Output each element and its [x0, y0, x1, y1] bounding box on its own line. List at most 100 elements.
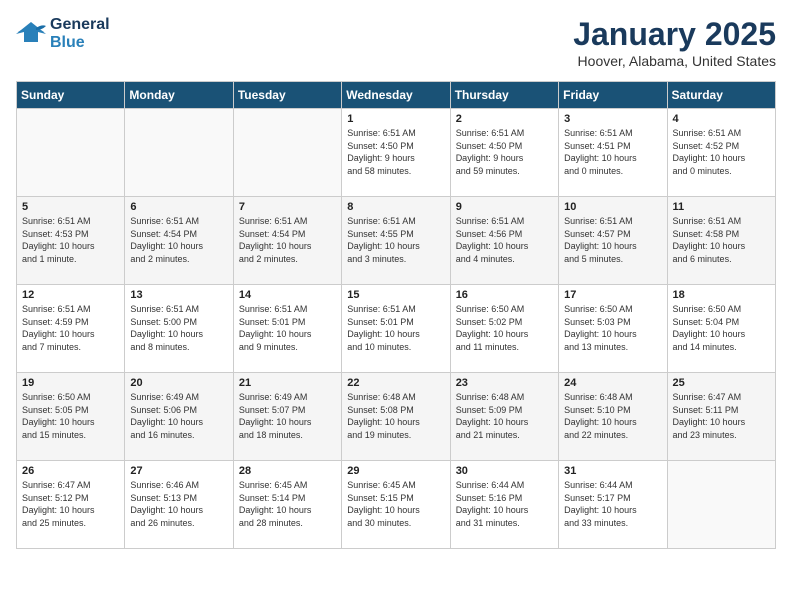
- calendar-cell: 19 Sunrise: 6:50 AM Sunset: 5:05 PM Dayli…: [17, 373, 125, 461]
- logo: General Blue: [16, 16, 110, 51]
- day-number: 15: [347, 289, 444, 301]
- logo-bird-icon: [16, 22, 46, 46]
- weekday-header-friday: Friday: [559, 82, 667, 109]
- day-number: 1: [347, 113, 444, 125]
- calendar-cell: 15Sunrise: 6:51 AM Sunset: 5:01 PM Dayli…: [342, 285, 450, 373]
- calendar-cell: 1Sunrise: 6:51 AM Sunset: 4:50 PM Daylig…: [342, 109, 450, 197]
- week-row-1: 1 Sunrise: 6:51 AM Sunset: 4:50 PM Daylig…: [17, 109, 776, 197]
- page-header: General Blue January 2025 Hoover, Alabam…: [16, 16, 776, 69]
- calendar-cell: 4Sunrise: 6:51 AM Sunset: 4:52 PM Daylig…: [667, 109, 775, 197]
- day-number: 23: [456, 377, 553, 389]
- day-detail: Sunrise: 6:51 AM Sunset: 4:50 PM Dayligh…: [456, 127, 553, 177]
- day-number: 25: [673, 377, 770, 389]
- calendar-cell: 20 Sunrise: 6:49 AM Sunset: 5:06 PM Dayli…: [125, 373, 233, 461]
- calendar-cell: 10 Sunrise: 6:51 AM Sunset: 4:57 PM Dayli…: [559, 197, 667, 285]
- day-number: 19: [22, 377, 119, 389]
- week-row-3: 12 Sunrise: 6:51 AM Sunset: 4:59 PM Dayli…: [17, 285, 776, 373]
- day-detail: Sunrise: 6:47 AM Sunset: 5:11 PM Dayligh…: [673, 391, 770, 441]
- calendar-cell: 13Sunrise: 6:51 AM Sunset: 5:00 PM Dayli…: [125, 285, 233, 373]
- calendar-header: SundayMondayTuesdayWednesdayThursdayFrid…: [17, 82, 776, 109]
- calendar-cell: 30Sunrise: 6:44 AM Sunset: 5:16 PM Dayli…: [450, 461, 558, 549]
- calendar-cell: 25 Sunrise: 6:47 AM Sunset: 5:11 PM Dayli…: [667, 373, 775, 461]
- calendar-cell: 29 Sunrise: 6:45 AM Sunset: 5:15 PM Dayli…: [342, 461, 450, 549]
- day-number: 22: [347, 377, 444, 389]
- calendar-cell: 26 Sunrise: 6:47 AM Sunset: 5:12 PM Dayli…: [17, 461, 125, 549]
- weekday-header-thursday: Thursday: [450, 82, 558, 109]
- calendar-cell: 23 Sunrise: 6:48 AM Sunset: 5:09 PM Dayli…: [450, 373, 558, 461]
- day-number: 16: [456, 289, 553, 301]
- day-number: 10: [564, 201, 661, 213]
- day-detail: Sunrise: 6:51 AM Sunset: 4:58 PM Dayligh…: [673, 215, 770, 265]
- weekday-header-saturday: Saturday: [667, 82, 775, 109]
- calendar-cell: [233, 109, 341, 197]
- day-detail: Sunrise: 6:48 AM Sunset: 5:08 PM Dayligh…: [347, 391, 444, 441]
- day-number: 27: [130, 465, 227, 477]
- calendar-cell: 28Sunrise: 6:45 AM Sunset: 5:14 PM Dayli…: [233, 461, 341, 549]
- weekday-header-wednesday: Wednesday: [342, 82, 450, 109]
- calendar-body: 1 Sunrise: 6:51 AM Sunset: 4:50 PM Daylig…: [17, 109, 776, 549]
- calendar-cell: 9Sunrise: 6:51 AM Sunset: 4:56 PM Daylig…: [450, 197, 558, 285]
- day-detail: Sunrise: 6:51 AM Sunset: 4:51 PM Dayligh…: [564, 127, 661, 177]
- day-detail: Sunrise: 6:45 AM Sunset: 5:14 PM Dayligh…: [239, 479, 336, 529]
- day-number: 26: [22, 465, 119, 477]
- calendar-cell: 7Sunrise: 6:51 AM Sunset: 4:54 PM Daylig…: [233, 197, 341, 285]
- day-detail: Sunrise: 6:49 AM Sunset: 5:07 PM Dayligh…: [239, 391, 336, 441]
- day-number: 14: [239, 289, 336, 301]
- calendar-cell: 14 Sunrise: 6:51 AM Sunset: 5:01 PM Dayli…: [233, 285, 341, 373]
- day-number: 21: [239, 377, 336, 389]
- day-number: 31: [564, 465, 661, 477]
- day-detail: Sunrise: 6:50 AM Sunset: 5:03 PM Dayligh…: [564, 303, 661, 353]
- logo-text: General Blue: [50, 16, 110, 51]
- calendar-cell: 3 Sunrise: 6:51 AM Sunset: 4:51 PM Daylig…: [559, 109, 667, 197]
- day-number: 29: [347, 465, 444, 477]
- week-row-2: 5Sunrise: 6:51 AM Sunset: 4:53 PM Daylig…: [17, 197, 776, 285]
- calendar-title-block: January 2025 Hoover, Alabama, United Sta…: [573, 16, 776, 69]
- calendar-cell: 16 Sunrise: 6:50 AM Sunset: 5:02 PM Dayli…: [450, 285, 558, 373]
- calendar-cell: 24 Sunrise: 6:48 AM Sunset: 5:10 PM Dayli…: [559, 373, 667, 461]
- calendar-cell: 8Sunrise: 6:51 AM Sunset: 4:55 PM Daylig…: [342, 197, 450, 285]
- day-detail: Sunrise: 6:51 AM Sunset: 5:00 PM Dayligh…: [130, 303, 227, 353]
- day-detail: Sunrise: 6:51 AM Sunset: 4:52 PM Dayligh…: [673, 127, 770, 177]
- calendar-cell: 11Sunrise: 6:51 AM Sunset: 4:58 PM Dayli…: [667, 197, 775, 285]
- calendar-cell: [667, 461, 775, 549]
- day-number: 20: [130, 377, 227, 389]
- calendar-cell: 27 Sunrise: 6:46 AM Sunset: 5:13 PM Dayli…: [125, 461, 233, 549]
- day-detail: Sunrise: 6:47 AM Sunset: 5:12 PM Dayligh…: [22, 479, 119, 529]
- day-detail: Sunrise: 6:45 AM Sunset: 5:15 PM Dayligh…: [347, 479, 444, 529]
- calendar-cell: 12 Sunrise: 6:51 AM Sunset: 4:59 PM Dayli…: [17, 285, 125, 373]
- calendar-cell: 6Sunrise: 6:51 AM Sunset: 4:54 PM Daylig…: [125, 197, 233, 285]
- day-number: 24: [564, 377, 661, 389]
- day-detail: Sunrise: 6:48 AM Sunset: 5:10 PM Dayligh…: [564, 391, 661, 441]
- calendar-cell: 18Sunrise: 6:50 AM Sunset: 5:04 PM Dayli…: [667, 285, 775, 373]
- day-number: 17: [564, 289, 661, 301]
- day-number: 12: [22, 289, 119, 301]
- day-number: 30: [456, 465, 553, 477]
- day-detail: Sunrise: 6:51 AM Sunset: 4:57 PM Dayligh…: [564, 215, 661, 265]
- calendar-cell: 17 Sunrise: 6:50 AM Sunset: 5:03 PM Dayli…: [559, 285, 667, 373]
- day-detail: Sunrise: 6:51 AM Sunset: 4:55 PM Dayligh…: [347, 215, 444, 265]
- calendar-table: SundayMondayTuesdayWednesdayThursdayFrid…: [16, 81, 776, 549]
- day-detail: Sunrise: 6:48 AM Sunset: 5:09 PM Dayligh…: [456, 391, 553, 441]
- day-detail: Sunrise: 6:51 AM Sunset: 4:54 PM Dayligh…: [239, 215, 336, 265]
- day-detail: Sunrise: 6:51 AM Sunset: 5:01 PM Dayligh…: [239, 303, 336, 353]
- calendar-cell: [125, 109, 233, 197]
- calendar-cell: 22 Sunrise: 6:48 AM Sunset: 5:08 PM Dayli…: [342, 373, 450, 461]
- calendar-cell: [17, 109, 125, 197]
- day-number: 5: [22, 201, 119, 213]
- day-detail: Sunrise: 6:50 AM Sunset: 5:02 PM Dayligh…: [456, 303, 553, 353]
- day-detail: Sunrise: 6:51 AM Sunset: 4:59 PM Dayligh…: [22, 303, 119, 353]
- calendar-title: January 2025: [573, 16, 776, 53]
- day-number: 2: [456, 113, 553, 125]
- weekday-header-sunday: Sunday: [17, 82, 125, 109]
- day-detail: Sunrise: 6:51 AM Sunset: 4:54 PM Dayligh…: [130, 215, 227, 265]
- weekday-header-tuesday: Tuesday: [233, 82, 341, 109]
- calendar-cell: 5Sunrise: 6:51 AM Sunset: 4:53 PM Daylig…: [17, 197, 125, 285]
- weekday-header-row: SundayMondayTuesdayWednesdayThursdayFrid…: [17, 82, 776, 109]
- week-row-5: 26 Sunrise: 6:47 AM Sunset: 5:12 PM Dayli…: [17, 461, 776, 549]
- day-detail: Sunrise: 6:46 AM Sunset: 5:13 PM Dayligh…: [130, 479, 227, 529]
- day-detail: Sunrise: 6:51 AM Sunset: 4:56 PM Dayligh…: [456, 215, 553, 265]
- day-number: 3: [564, 113, 661, 125]
- day-detail: Sunrise: 6:49 AM Sunset: 5:06 PM Dayligh…: [130, 391, 227, 441]
- week-row-4: 19 Sunrise: 6:50 AM Sunset: 5:05 PM Dayli…: [17, 373, 776, 461]
- day-detail: Sunrise: 6:50 AM Sunset: 5:05 PM Dayligh…: [22, 391, 119, 441]
